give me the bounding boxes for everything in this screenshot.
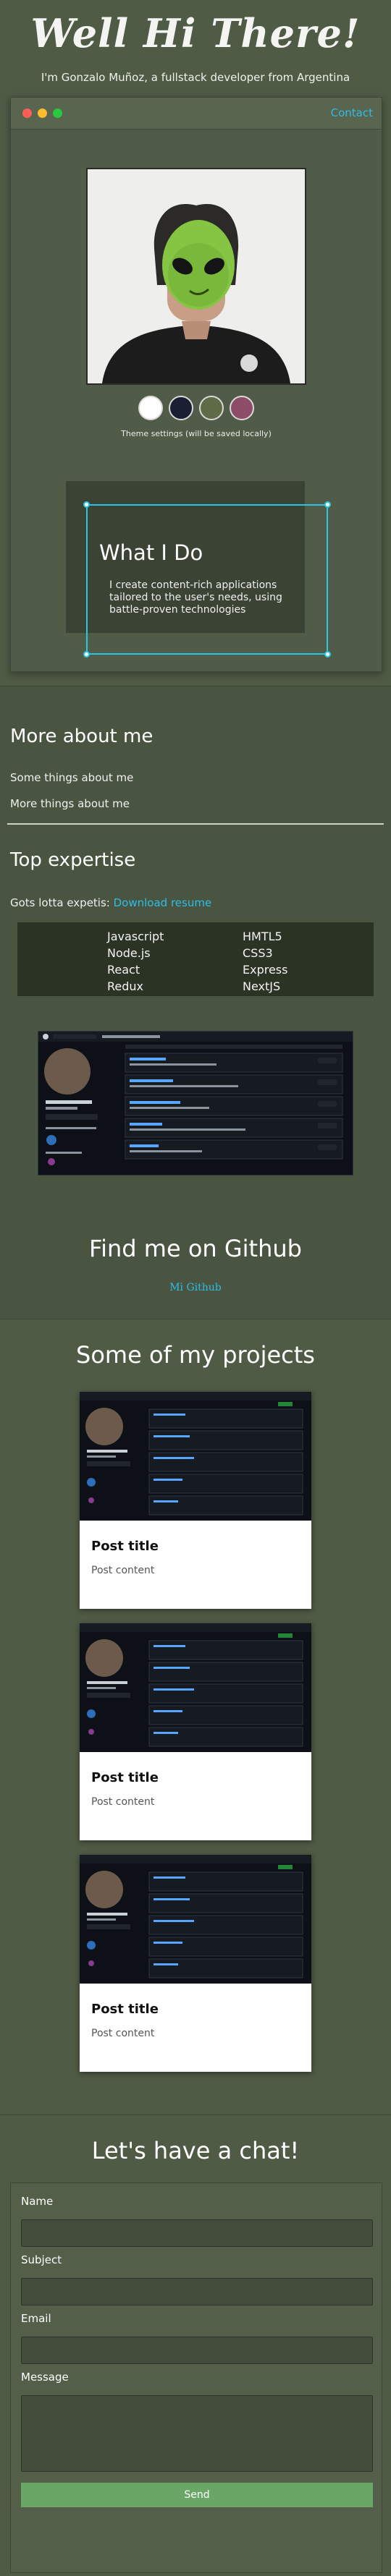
alien-emoji [162,220,235,310]
github-link[interactable]: Mi Github [0,1282,391,1293]
hero-subtitle: I'm Gonzalo Muñoz, a fullstack developer… [41,71,350,84]
contact-link[interactable]: Contact [331,106,373,119]
name-label: Name [21,2195,54,2208]
message-label: Message [21,2371,69,2384]
theme-swatch-white[interactable] [138,396,163,420]
what-i-do-title: What I Do [99,540,203,565]
project-card-image [80,1855,311,1984]
expertise-text: Gots lotta expetis: Download resume [10,896,211,909]
contact-section: Let's have a chat! Name Subject Email Me… [0,2114,391,2576]
what-i-do-text: I create content-rich applications tailo… [109,579,282,616]
expertise-title: Top expertise [10,849,136,871]
expertise-label: Gots lotta expetis: [10,896,114,909]
skill-item: Node.js [107,946,151,960]
window-titlebar: Contact [11,98,382,129]
skill-item: CSS3 [243,946,273,960]
project-card[interactable]: Post title Post content [80,1855,311,2072]
message-field[interactable] [21,2395,373,2472]
email-label: Email [21,2312,51,2325]
subject-field[interactable] [21,2278,373,2305]
hero-title: Well Hi There! [30,10,361,56]
resize-handle-icon[interactable] [83,651,90,658]
maximize-dot-icon [53,109,62,118]
about-title: More about me [10,726,154,747]
close-dot-icon [22,109,32,118]
project-card[interactable]: Post title Post content [80,1623,311,1840]
theme-swatch-olive[interactable] [199,396,224,420]
projects-title: Some of my projects [76,1341,315,1369]
skill-item: Javascript [107,930,164,943]
about-section: More about me Some things about me More … [0,686,391,1319]
intro-window: Contact Theme settings (will be saved lo… [10,97,382,672]
profile-photo [86,168,306,385]
section-divider [7,823,384,825]
resize-handle-icon[interactable] [324,651,331,658]
theme-swatch-plum[interactable] [230,396,254,420]
skill-item: HMTL5 [243,930,282,943]
download-resume-link[interactable]: Download resume [114,896,212,909]
theme-swatch-navy[interactable] [169,396,193,420]
skills-list: Javascript HMTL5 Node.js CSS3 React Expr… [17,922,374,996]
project-card-content: Post content [91,1796,155,1808]
project-card-content: Post content [91,1565,155,1576]
contact-form: Name Subject Email Message Send [10,2182,382,2573]
subject-label: Subject [21,2253,62,2266]
project-card[interactable]: Post title Post content [80,1392,311,1609]
minimize-dot-icon [38,109,47,118]
send-button[interactable]: Send [21,2483,373,2507]
contact-title: Let's have a chat! [91,2137,300,2164]
resize-handle-icon[interactable] [83,501,90,508]
theme-swatches [11,396,382,420]
github-profile-screenshot [38,1031,353,1176]
skill-item: Redux [107,979,144,993]
hero-section: Well Hi There! I'm Gonzalo Muñoz, a full… [0,0,391,686]
email-field[interactable] [21,2337,373,2364]
project-card-title: Post title [91,2002,159,2017]
projects-section: Some of my projects Post title Post cont… [0,1319,391,2114]
project-card-content: Post content [91,2028,155,2039]
project-card-title: Post title [91,1539,159,1554]
skill-item: Express [243,963,288,977]
name-field[interactable] [21,2219,373,2247]
github-section-title: Find me on Github [89,1235,302,1262]
skill-item: React [107,963,140,977]
about-line-1: Some things about me [10,771,134,784]
resize-handle-icon[interactable] [324,501,331,508]
project-card-image [80,1392,311,1521]
about-line-2: More things about me [10,797,130,810]
project-card-image [80,1623,311,1752]
theme-settings-note: Theme settings (will be saved locally) [121,429,272,438]
project-card-title: Post title [91,1770,159,1785]
skill-item: NextJS [243,979,281,993]
